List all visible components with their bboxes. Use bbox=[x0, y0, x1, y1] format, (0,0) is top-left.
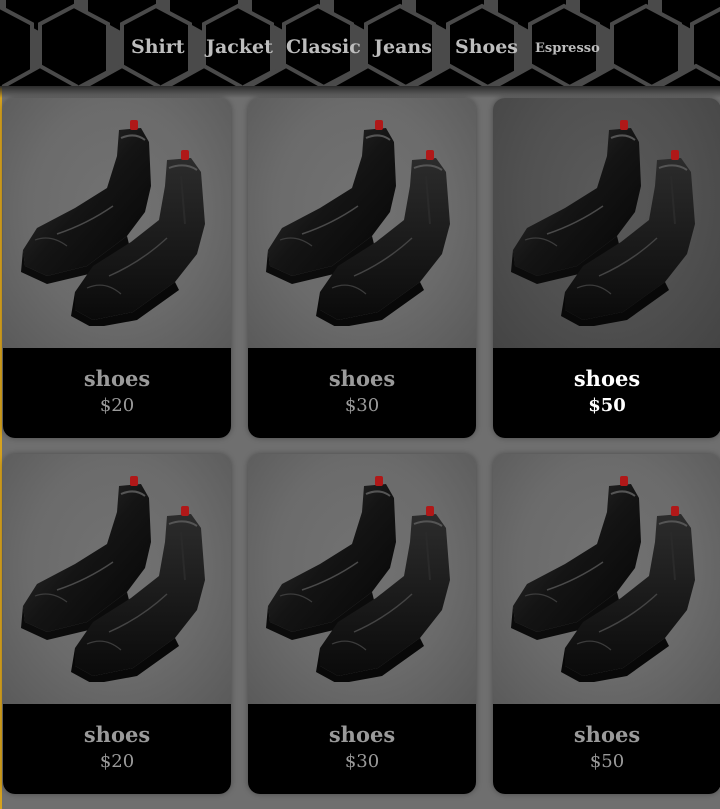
boots-image bbox=[21, 476, 205, 682]
product-info: shoes $30 bbox=[248, 704, 476, 794]
product-name: shoes bbox=[573, 722, 641, 747]
product-price: $20 bbox=[99, 751, 135, 772]
boots-image bbox=[266, 476, 450, 682]
header-shadow bbox=[0, 86, 720, 98]
boots-image bbox=[21, 120, 205, 326]
nav-item-classic[interactable]: Classic bbox=[286, 36, 361, 58]
product-name: shoes bbox=[328, 366, 396, 391]
product-image bbox=[493, 98, 720, 348]
product-name: shoes bbox=[83, 366, 151, 391]
category-nav: Shirt Jacket Classic Jeans Shoes Espress… bbox=[0, 0, 720, 86]
product-card[interactable]: shoes $30 bbox=[248, 98, 476, 438]
product-info: shoes $50 bbox=[493, 348, 720, 438]
product-price: $20 bbox=[99, 395, 135, 416]
product-name: shoes bbox=[573, 366, 641, 391]
product-info: shoes $30 bbox=[248, 348, 476, 438]
product-price: $50 bbox=[589, 751, 625, 772]
nav-item-jacket[interactable]: Jacket bbox=[206, 36, 273, 58]
product-price: $30 bbox=[344, 751, 380, 772]
product-price: $30 bbox=[344, 395, 380, 416]
product-image bbox=[3, 454, 231, 704]
product-name: shoes bbox=[83, 722, 151, 747]
product-card[interactable]: shoes $50 bbox=[493, 454, 720, 794]
boots-image bbox=[511, 476, 695, 682]
product-image bbox=[248, 454, 476, 704]
product-info: shoes $50 bbox=[493, 704, 720, 794]
product-card[interactable]: shoes $50 bbox=[493, 98, 720, 438]
product-info: shoes $20 bbox=[3, 348, 231, 438]
product-name: shoes bbox=[328, 722, 396, 747]
product-price: $50 bbox=[588, 395, 626, 416]
product-image bbox=[493, 454, 720, 704]
product-card[interactable]: shoes $20 bbox=[3, 454, 231, 794]
left-accent-bar bbox=[0, 0, 2, 809]
product-info: shoes $20 bbox=[3, 704, 231, 794]
product-image bbox=[3, 98, 231, 348]
product-card[interactable]: shoes $20 bbox=[3, 98, 231, 438]
nav-item-shoes[interactable]: Shoes bbox=[455, 36, 518, 58]
nav-item-jeans[interactable]: Jeans bbox=[374, 36, 432, 58]
product-image bbox=[248, 98, 476, 348]
product-card[interactable]: shoes $30 bbox=[248, 454, 476, 794]
nav-item-shirt[interactable]: Shirt bbox=[131, 36, 185, 58]
nav-item-espresso[interactable]: Espresso bbox=[535, 41, 600, 56]
boots-image bbox=[511, 120, 695, 326]
boots-image bbox=[266, 120, 450, 326]
